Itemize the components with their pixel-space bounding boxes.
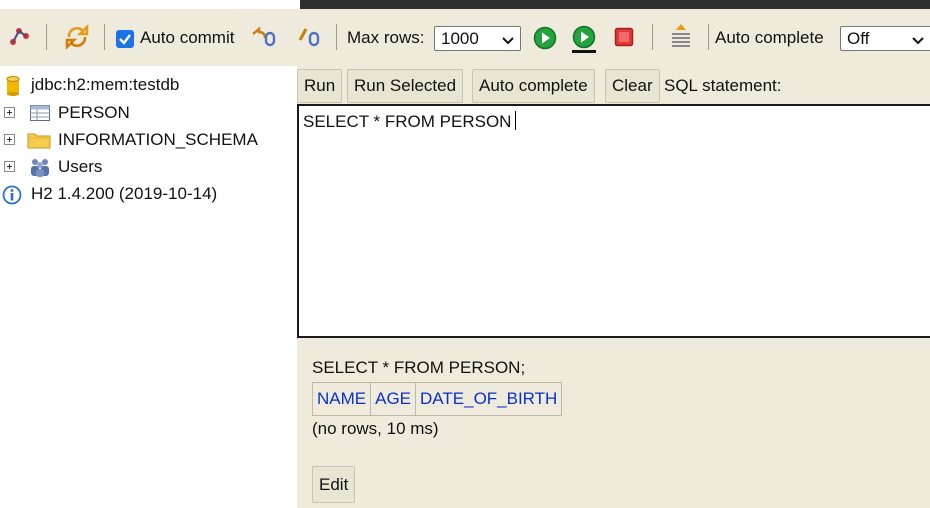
connection-url: jdbc:h2:mem:testdb	[31, 75, 180, 94]
run-selected-button[interactable]: Run Selected	[347, 69, 464, 103]
run-selected-icon[interactable]	[570, 25, 598, 60]
tree-item-label: PERSON	[58, 103, 130, 122]
version-label: H2 1.4.200 (2019-10-14)	[31, 184, 218, 203]
tree-version: H2 1.4.200 (2019-10-14)	[0, 182, 297, 206]
max-rows-select[interactable]: 1000	[434, 26, 521, 51]
chevron-down-icon	[501, 31, 515, 54]
commit-icon[interactable]	[298, 26, 322, 53]
stop-icon[interactable]	[614, 27, 634, 52]
history-icon[interactable]	[669, 22, 693, 57]
auto-complete-label: Auto complete	[715, 28, 824, 47]
expand-icon[interactable]	[4, 107, 15, 118]
result-status: (no rows, 10 ms)	[312, 419, 439, 438]
edit-button[interactable]: Edit	[312, 466, 356, 503]
result-column-age[interactable]: AGE	[371, 383, 417, 415]
folder-icon	[27, 131, 51, 154]
clear-button[interactable]: Clear	[605, 69, 660, 103]
table-icon	[30, 105, 50, 126]
toolbar-separator	[104, 24, 105, 50]
toolbar-separator	[336, 24, 337, 50]
auto-complete-button[interactable]: Auto complete	[472, 69, 595, 103]
expand-icon[interactable]	[4, 134, 15, 145]
rollback-icon[interactable]	[251, 26, 277, 53]
window-top-strip-light	[0, 0, 300, 9]
refresh-icon[interactable]	[65, 23, 89, 54]
tree-item-information-schema[interactable]: INFORMATION_SCHEMA	[0, 128, 297, 152]
tree-connection[interactable]: jdbc:h2:mem:testdb	[0, 73, 297, 97]
auto-commit-label[interactable]: Auto commit	[140, 28, 234, 48]
text-caret	[515, 111, 517, 130]
sql-statement-label: SQL statement:	[664, 76, 782, 95]
result-table: NAME AGE DATE_OF_BIRTH	[312, 382, 563, 416]
result-query: SELECT * FROM PERSON;	[312, 358, 526, 377]
disconnect-icon[interactable]	[8, 26, 30, 53]
sql-editor[interactable]: SELECT * FROM PERSON	[297, 104, 930, 338]
auto-commit-checkbox[interactable]	[116, 30, 134, 48]
toolbar-separator	[708, 24, 709, 50]
result-column-name[interactable]: NAME	[313, 383, 372, 415]
users-icon	[29, 157, 51, 182]
expand-icon[interactable]	[4, 161, 15, 172]
tree-item-label: Users	[58, 157, 103, 176]
auto-complete-value: Off	[847, 29, 870, 48]
run-button[interactable]: Run	[297, 69, 343, 103]
run-icon[interactable]	[533, 26, 557, 55]
tree-item-label: INFORMATION_SCHEMA	[58, 130, 258, 149]
tree-item-users[interactable]: Users	[0, 155, 297, 179]
toolbar-separator	[46, 24, 47, 50]
max-rows-label: Max rows:	[347, 28, 425, 47]
query-panel: Run Run Selected Auto complete Clear SQL…	[297, 66, 930, 508]
result-column-date-of-birth[interactable]: DATE_OF_BIRTH	[416, 383, 562, 415]
sql-editor-text[interactable]: SELECT * FROM PERSON	[303, 111, 517, 132]
max-rows-value: 1000	[441, 29, 479, 48]
toolbar-separator	[652, 24, 653, 50]
auto-complete-select[interactable]: Off	[840, 26, 930, 51]
toolbar: Auto commit Max rows: 1000 Auto complete…	[0, 9, 930, 66]
info-icon	[2, 185, 22, 210]
schema-tree: jdbc:h2:mem:testdb PERSON INFORMATION_SC…	[0, 66, 297, 508]
chevron-down-icon	[911, 31, 925, 54]
database-icon	[6, 76, 20, 101]
tree-item-person[interactable]: PERSON	[0, 101, 297, 125]
